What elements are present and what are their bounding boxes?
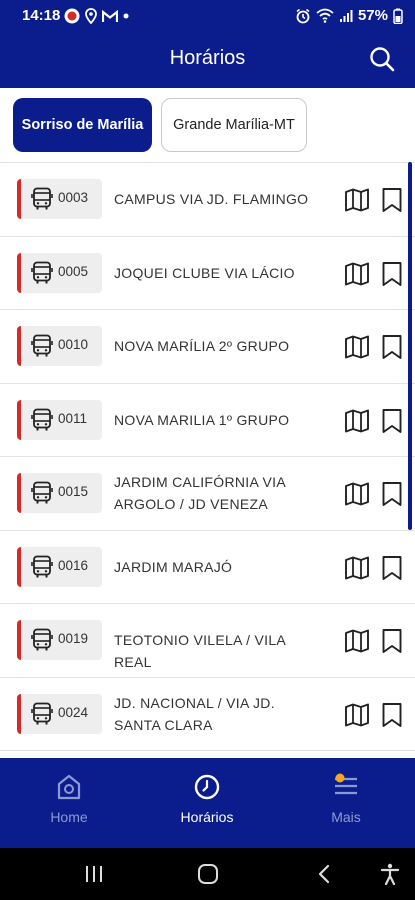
route-row[interactable]: 0019 TEOTONIO VILELA / VILA REAL [0,604,415,678]
bookmark-icon[interactable] [380,628,404,654]
bookmark-icon[interactable] [380,481,404,507]
tab-grande-marilia-mt[interactable]: Grande Marília-MT [161,98,307,152]
route-row[interactable]: 0003 CAMPUS VIA JD. FLAMINGO [0,163,415,237]
system-nav-bar [0,848,415,900]
route-row[interactable]: 0024 JD. NACIONAL / VIA JD. SANTA CLARA [0,677,415,751]
route-name: JOQUEI CLUBE VIA LÁCIO [114,264,295,281]
clock-icon [194,774,220,800]
nav-mais-label: Mais [331,809,361,825]
bus-icon [31,261,53,283]
recent-apps-icon[interactable] [84,862,104,886]
map-icon[interactable] [344,555,370,581]
map-icon[interactable] [344,702,370,728]
route-badge: 0011 [17,399,102,440]
status-time: 14:18 [22,7,61,24]
gmail-icon [102,9,118,22]
bus-icon [31,481,53,504]
route-row[interactable]: 0016 JARDIM MARAJÓ [0,530,415,604]
bus-icon [31,702,53,724]
route-badge: 0005 [17,252,102,293]
nav-mais[interactable]: Mais [286,758,406,848]
route-name: CAMPUS VIA JD. FLAMINGO [114,191,309,207]
home-icon [57,774,81,800]
route-name: JARDIM CALIFÓRNIA VIA ARGOLO / JD VENEZA [114,474,286,512]
operator-tabs: Sorriso de Marília Grande Marília-MT [0,88,415,162]
scrollbar[interactable] [408,162,412,530]
route-name: NOVA MARILIA 1º GRUPO [114,411,290,428]
route-code: 0015 [58,484,89,499]
bookmark-icon[interactable] [380,702,404,728]
nav-home-label: Home [50,809,88,825]
bus-icon [31,628,53,651]
bookmark-icon[interactable] [380,408,404,434]
alarm-icon [296,8,310,23]
route-row[interactable]: 0015 JARDIM CALIFÓRNIA VIA ARGOLO / JD V… [0,457,415,531]
route-code: 0019 [58,631,89,646]
route-list[interactable]: 0003 CAMPUS VIA JD. FLAMINGO 0005 JOQUEI… [0,162,415,758]
route-badge: 0015 [17,473,102,513]
route-code: 0010 [58,337,89,352]
signal-icon [339,9,353,22]
route-name: JD. NACIONAL / VIA JD. SANTA CLARA [114,694,275,733]
route-badge: 0019 [17,620,102,660]
route-row[interactable]: 0011 NOVA MARILIA 1º GRUPO [0,383,415,457]
route-row[interactable]: 0010 NOVA MARÍLIA 2º GRUPO [0,310,415,384]
bottom-nav: Home Horários Mais [0,758,415,848]
accessibility-icon[interactable] [378,862,402,886]
route-name: JARDIM MARAJÓ [114,558,233,575]
home-button-icon[interactable] [196,862,220,886]
route-name: NOVA MARÍLIA 2º GRUPO [114,338,290,354]
dot-icon [123,13,129,19]
route-badge: 0010 [17,326,102,366]
nav-home[interactable]: Home [9,758,129,848]
battery-icon [393,8,403,24]
map-icon[interactable] [344,334,370,360]
bus-icon [31,334,53,357]
bus-icon [31,408,53,430]
bookmark-icon[interactable] [380,334,404,360]
route-code: 0005 [58,263,89,279]
back-icon[interactable] [314,862,334,886]
route-badge: 0003 [17,179,102,219]
status-bar: 14:18 57% [0,0,415,32]
bookmark-icon[interactable] [380,261,404,287]
nav-horarios-label: Horários [180,809,234,825]
route-code: 0016 [58,557,89,573]
menu-icon [335,773,357,795]
bus-icon [31,555,53,577]
page-title: Horários [169,47,246,69]
route-code: 0024 [58,704,89,720]
app-bar: Horários [0,32,415,88]
route-code: 0011 [58,410,88,426]
map-icon[interactable] [344,628,370,654]
battery-percentage: 57% [357,7,388,24]
map-icon[interactable] [344,187,370,213]
route-badge: 0024 [17,693,102,734]
wifi-icon [316,8,334,23]
location-icon [85,8,97,24]
search-icon[interactable] [369,46,395,72]
route-code: 0003 [58,190,89,205]
bookmark-icon[interactable] [380,555,404,581]
route-row[interactable]: 0005 JOQUEI CLUBE VIA LÁCIO [0,236,415,310]
map-icon[interactable] [344,408,370,434]
nav-horarios[interactable]: Horários [147,758,267,848]
route-name: TEOTONIO VILELA / VILA REAL [114,632,286,670]
map-icon[interactable] [344,261,370,287]
route-badge: 0016 [17,546,102,587]
bookmark-icon[interactable] [380,187,404,213]
app-notification-icon [64,8,80,24]
map-icon[interactable] [344,481,370,507]
tab-sorriso-de-marilia[interactable]: Sorriso de Marília [13,98,152,152]
bus-icon [31,187,53,210]
